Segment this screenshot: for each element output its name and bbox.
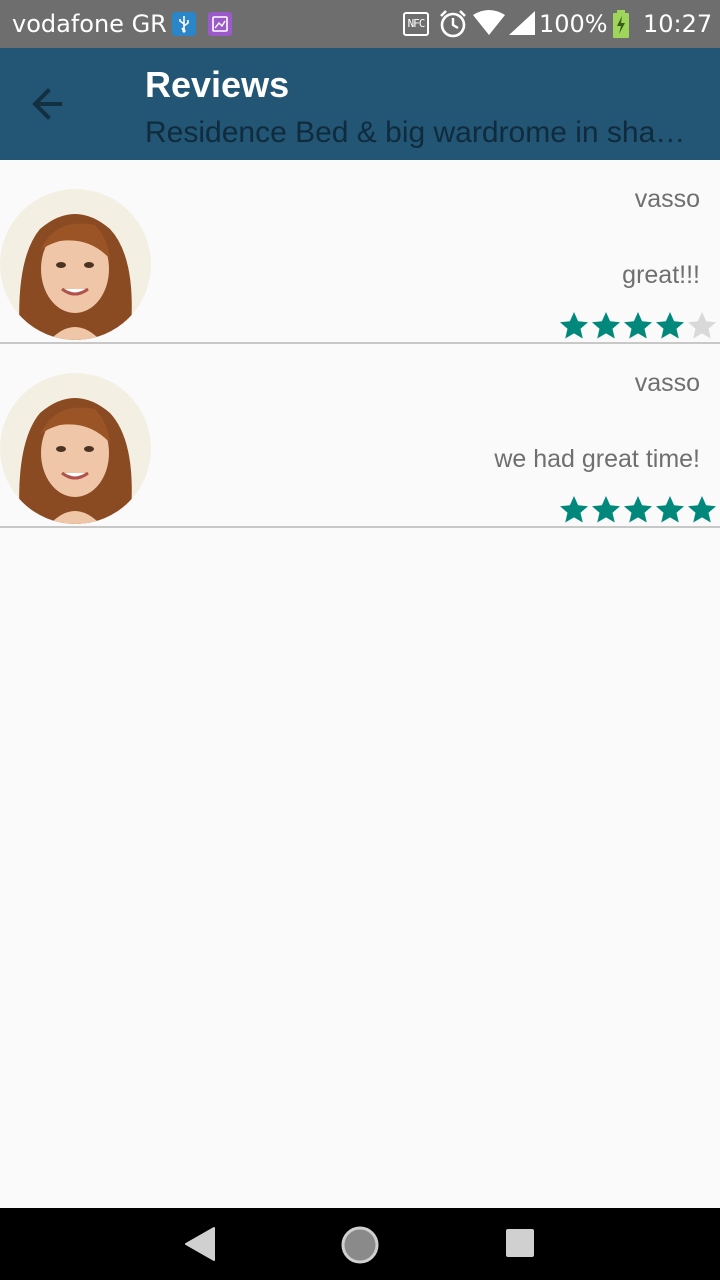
status-bar: vodafone GR NFC 100% 10:27 (0, 0, 720, 48)
star-filled-icon (560, 312, 588, 339)
system-nav-bar (0, 1208, 720, 1280)
review-item[interactable]: vasso great!!! (0, 160, 720, 344)
star-filled-icon (592, 312, 620, 339)
reviewer-name: vasso (634, 185, 700, 213)
clock: 10:27 (643, 10, 713, 38)
reviewer-name: vasso (634, 369, 700, 397)
avatar[interactable] (0, 373, 151, 524)
star-empty-icon (688, 312, 716, 339)
arrow-back-icon (32, 88, 62, 120)
rating-bar (558, 494, 718, 526)
nfc-icon: NFC (403, 12, 429, 36)
alarm-icon (437, 8, 469, 40)
page-title: Reviews (145, 64, 290, 105)
star-filled-icon (560, 496, 588, 523)
avatar[interactable] (0, 189, 151, 340)
rating-bar (558, 310, 718, 342)
battery-percent: 100% (539, 10, 608, 38)
carrier-name: vodafone GR (12, 10, 167, 38)
star-filled-icon (592, 496, 620, 523)
wifi-icon (472, 10, 506, 36)
review-comment: we had great time! (494, 445, 700, 473)
star-filled-icon (624, 312, 652, 339)
review-comment: great!!! (622, 261, 700, 289)
nav-recents-icon[interactable] (505, 1228, 535, 1258)
back-button[interactable] (20, 76, 76, 132)
star-filled-icon (688, 496, 716, 523)
star-filled-icon (656, 496, 684, 523)
star-filled-icon (624, 496, 652, 523)
signal-icon (508, 10, 536, 36)
review-list: vasso great!!! vasso we had great time! (0, 160, 720, 528)
nav-home-icon[interactable] (340, 1225, 380, 1265)
app-toolbar: Reviews Residence Bed & big wardrome in … (0, 48, 720, 160)
gallery-icon (208, 12, 232, 36)
battery-charging-icon (612, 10, 630, 38)
review-item[interactable]: vasso we had great time! (0, 344, 720, 528)
page-subtitle: Residence Bed & big wardrome in sha… (145, 116, 686, 149)
star-filled-icon (656, 312, 684, 339)
usb-debug-icon (172, 12, 196, 36)
nav-back-icon[interactable] (183, 1226, 217, 1262)
